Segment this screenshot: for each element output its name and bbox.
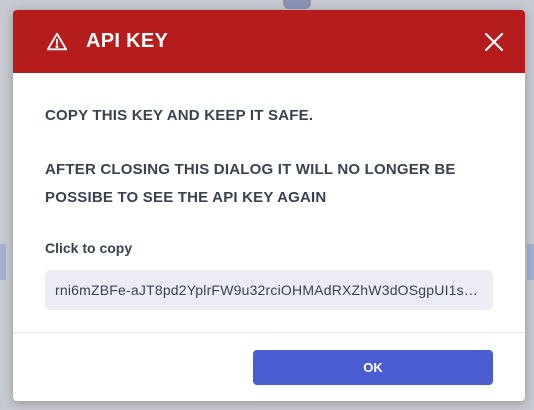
api-key-copy-field[interactable]: rni6mZBFe-aJT8pd2YplrFW9u32rciOHMAdRXZhW… [45,270,493,310]
warning-text: COPY THIS KEY AND KEEP IT SAFE. [45,107,314,124]
api-key-dialog: API KEY COPY THIS KEY AND KEEP IT SAFE. … [13,10,525,401]
dialog-title: API KEY [86,30,169,52]
close-icon [484,32,504,51]
dialog-body: COPY THIS KEY AND KEEP IT SAFE. AFTER CL… [13,73,525,332]
dialog-header: API KEY [13,10,525,73]
dialog-footer: OK [13,333,525,401]
warning-text: AFTER CLOSING THIS DIALOG IT WILL NO LON… [45,161,456,206]
close-button[interactable] [481,29,507,55]
background-element [283,0,311,9]
warning-triangle-icon [46,31,68,53]
background-element [527,244,534,280]
ok-button[interactable]: OK [253,349,493,385]
copy-label: Click to copy [45,240,133,256]
background-element [0,244,6,280]
